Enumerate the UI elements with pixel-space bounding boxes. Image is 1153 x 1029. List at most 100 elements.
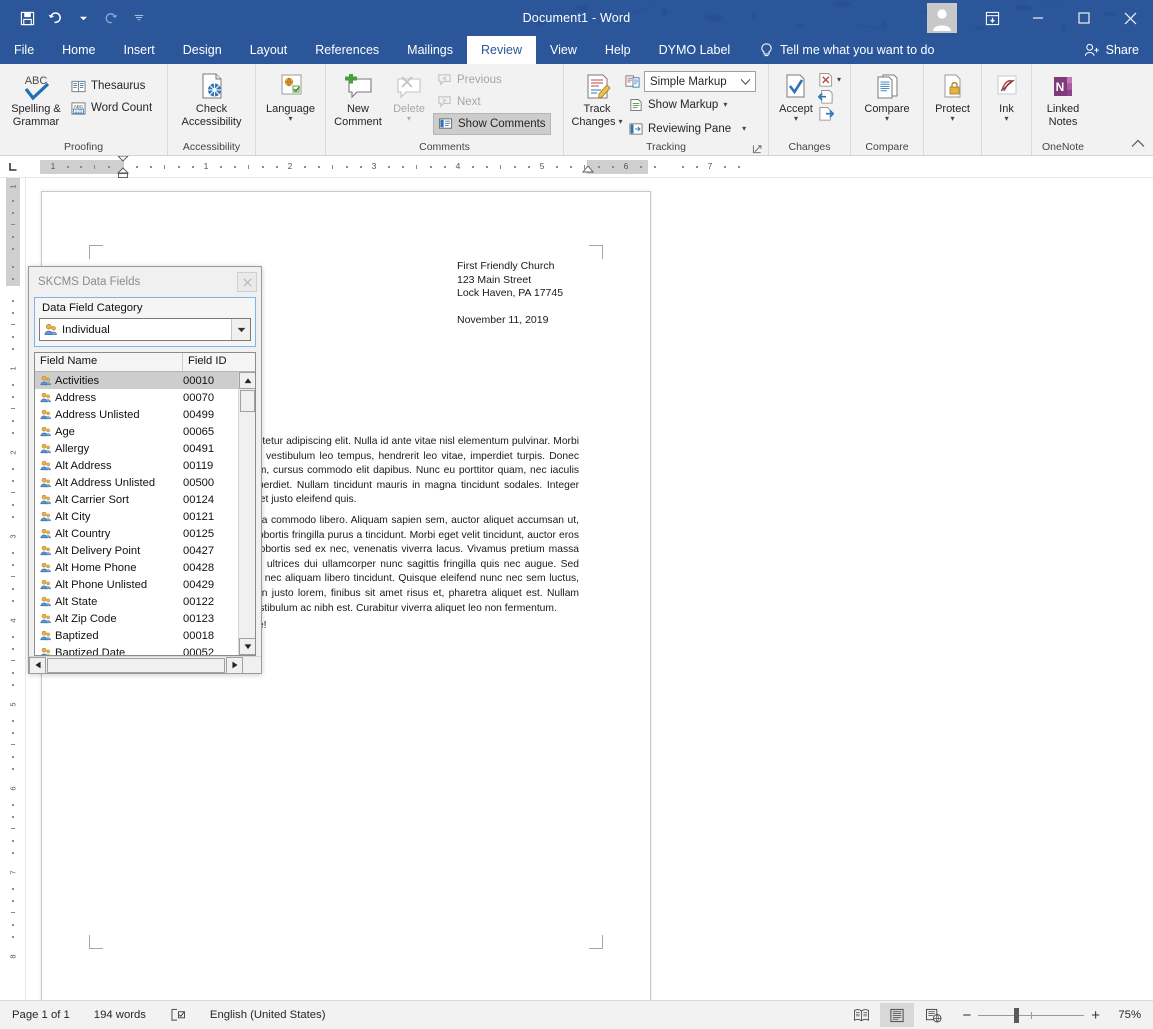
skcms-category-select[interactable]: Individual	[39, 318, 251, 341]
tab-insert[interactable]: Insert	[110, 36, 169, 64]
track-changes-button[interactable]: Track Changes ▾	[569, 69, 625, 130]
skcms-grid-body[interactable]: Activities00010Address00070Address Unlis…	[35, 372, 255, 655]
right-indent-marker[interactable]	[582, 166, 594, 176]
tab-view[interactable]: View	[536, 36, 591, 64]
field-row[interactable]: Address00070	[35, 389, 255, 406]
close-button[interactable]	[1107, 0, 1153, 36]
field-row[interactable]: Alt Home Phone00428	[35, 559, 255, 576]
tab-home[interactable]: Home	[48, 36, 109, 64]
skcms-category-dropdown-arrow[interactable]	[231, 319, 250, 340]
print-layout-button[interactable]	[880, 1003, 914, 1027]
horizontal-ruler-track[interactable]: 1 1 2 3	[40, 160, 893, 174]
ribbon-display-options-icon[interactable]	[969, 0, 1015, 36]
skcms-grid-horizontal-scrollbar[interactable]	[29, 656, 261, 673]
ink-button[interactable]: Ink ▾	[985, 69, 1029, 124]
avatar[interactable]	[927, 3, 957, 33]
web-layout-button[interactable]	[916, 1003, 950, 1027]
column-header-field-id[interactable]: Field ID	[183, 353, 239, 371]
word-count-button[interactable]: ABC 123 Word Count	[67, 97, 156, 119]
language-indicator[interactable]: English (United States)	[198, 1009, 338, 1021]
new-comment-button[interactable]: New Comment	[331, 69, 385, 130]
field-row[interactable]: Address Unlisted00499	[35, 406, 255, 423]
field-row[interactable]: Alt Address Unlisted00500	[35, 474, 255, 491]
tab-file[interactable]: File	[0, 36, 48, 64]
field-row[interactable]: Alt Country00125	[35, 525, 255, 542]
tab-layout[interactable]: Layout	[236, 36, 302, 64]
skcms-dialog-titlebar[interactable]: SKCMS Data Fields	[29, 267, 261, 297]
field-row[interactable]: Baptized00018	[35, 627, 255, 644]
field-row[interactable]: Alt Delivery Point00427	[35, 542, 255, 559]
ink-caret-icon[interactable]: ▾	[1004, 116, 1008, 122]
accept-change-caret-icon[interactable]: ▾	[794, 116, 798, 122]
linked-notes-button[interactable]: N Linked Notes	[1037, 69, 1089, 130]
accept-change-button[interactable]: Accept ▾	[774, 69, 818, 124]
zoom-slider-thumb[interactable]	[1014, 1008, 1019, 1023]
compare-button[interactable]: Compare ▾	[856, 69, 918, 124]
skcms-close-button[interactable]	[237, 272, 257, 292]
compare-caret-icon[interactable]: ▾	[885, 116, 889, 122]
zoom-slider[interactable]: − + 75%	[962, 1007, 1141, 1024]
tab-design[interactable]: Design	[169, 36, 236, 64]
field-row[interactable]: Alt City00121	[35, 508, 255, 525]
page-indicator[interactable]: Page 1 of 1	[0, 1009, 82, 1021]
previous-comment-button[interactable]: Previous	[433, 69, 551, 91]
language-button[interactable]: Language ▾	[261, 69, 320, 124]
zoom-in-button[interactable]: +	[1091, 1007, 1100, 1024]
delete-comment-button[interactable]: Delete ▾	[385, 69, 433, 124]
scroll-thumb[interactable]	[240, 390, 255, 412]
tracking-dialog-launcher[interactable]	[752, 142, 764, 154]
proofing-status-icon[interactable]	[158, 1008, 198, 1022]
tell-me-box[interactable]: Tell me what you want to do	[744, 36, 934, 64]
next-comment-button[interactable]: Next	[433, 91, 551, 113]
skcms-grid-vertical-scrollbar[interactable]	[238, 372, 255, 655]
field-row[interactable]: Alt State00122	[35, 593, 255, 610]
maximize-button[interactable]	[1061, 0, 1107, 36]
tab-help[interactable]: Help	[591, 36, 645, 64]
field-row[interactable]: Activities00010	[35, 372, 255, 389]
check-accessibility-button[interactable]: Check Accessibility	[173, 69, 250, 130]
zoom-out-button[interactable]: −	[962, 1007, 971, 1024]
field-row[interactable]: Baptized Date00052	[35, 644, 255, 655]
minimize-button[interactable]	[1015, 0, 1061, 36]
reviewing-pane-caret-icon[interactable]: ▾	[742, 126, 746, 132]
field-row[interactable]: Alt Address00119	[35, 457, 255, 474]
track-changes-caret-icon[interactable]: ▾	[619, 119, 623, 125]
tab-review[interactable]: Review	[467, 36, 536, 64]
zoom-level-label[interactable]: 75%	[1107, 1009, 1141, 1021]
show-markup-caret-icon[interactable]: ▾	[723, 102, 727, 108]
vertical-ruler[interactable]: 1 1 2 3 4	[0, 156, 26, 1000]
show-markup-button[interactable]: Show Markup ▾	[625, 94, 756, 116]
field-row[interactable]: Alt Carrier Sort00124	[35, 491, 255, 508]
skcms-data-fields-dialog[interactable]: SKCMS Data Fields Data Field Category	[28, 266, 262, 674]
scroll-up-button[interactable]	[239, 372, 255, 389]
first-line-indent-marker[interactable]	[117, 156, 129, 178]
field-row[interactable]: Alt Phone Unlisted00429	[35, 576, 255, 593]
reject-change-caret-icon[interactable]: ▾	[837, 77, 841, 83]
collapse-ribbon-button[interactable]	[1131, 135, 1145, 153]
tab-references[interactable]: References	[301, 36, 393, 64]
markup-view-combo[interactable]: Simple Markup	[644, 71, 756, 92]
reviewing-pane-button[interactable]: Reviewing Pane ▾	[625, 118, 756, 140]
language-caret-icon[interactable]: ▾	[288, 116, 292, 122]
protect-button[interactable]: Protect ▾	[929, 69, 976, 124]
thesaurus-button[interactable]: Thesaurus	[67, 75, 156, 97]
previous-change-icon[interactable]	[818, 89, 834, 105]
column-header-field-name[interactable]: Field Name	[35, 353, 183, 371]
field-row[interactable]: Alt Zip Code00123	[35, 610, 255, 627]
tab-mailings[interactable]: Mailings	[393, 36, 467, 64]
share-button[interactable]: Share	[1084, 36, 1153, 64]
tab-dymo-label[interactable]: DYMO Label	[645, 36, 745, 64]
protect-caret-icon[interactable]: ▾	[950, 116, 954, 122]
horizontal-ruler[interactable]: 1 1 2 3	[26, 156, 1153, 178]
read-mode-button[interactable]	[844, 1003, 878, 1027]
horizontal-scroll-thumb[interactable]	[47, 658, 225, 673]
word-count-indicator[interactable]: 194 words	[82, 1009, 158, 1021]
scroll-down-button[interactable]	[239, 638, 255, 655]
skcms-field-grid[interactable]: Field Name Field ID Activities00010Addre…	[34, 352, 256, 656]
delete-comment-caret-icon[interactable]: ▾	[407, 116, 411, 122]
scroll-left-button[interactable]	[29, 657, 46, 674]
show-comments-button[interactable]: Show Comments	[433, 113, 551, 135]
field-row[interactable]: Allergy00491	[35, 440, 255, 457]
scroll-right-button[interactable]	[226, 657, 243, 674]
tab-stop-selector[interactable]	[0, 156, 26, 178]
